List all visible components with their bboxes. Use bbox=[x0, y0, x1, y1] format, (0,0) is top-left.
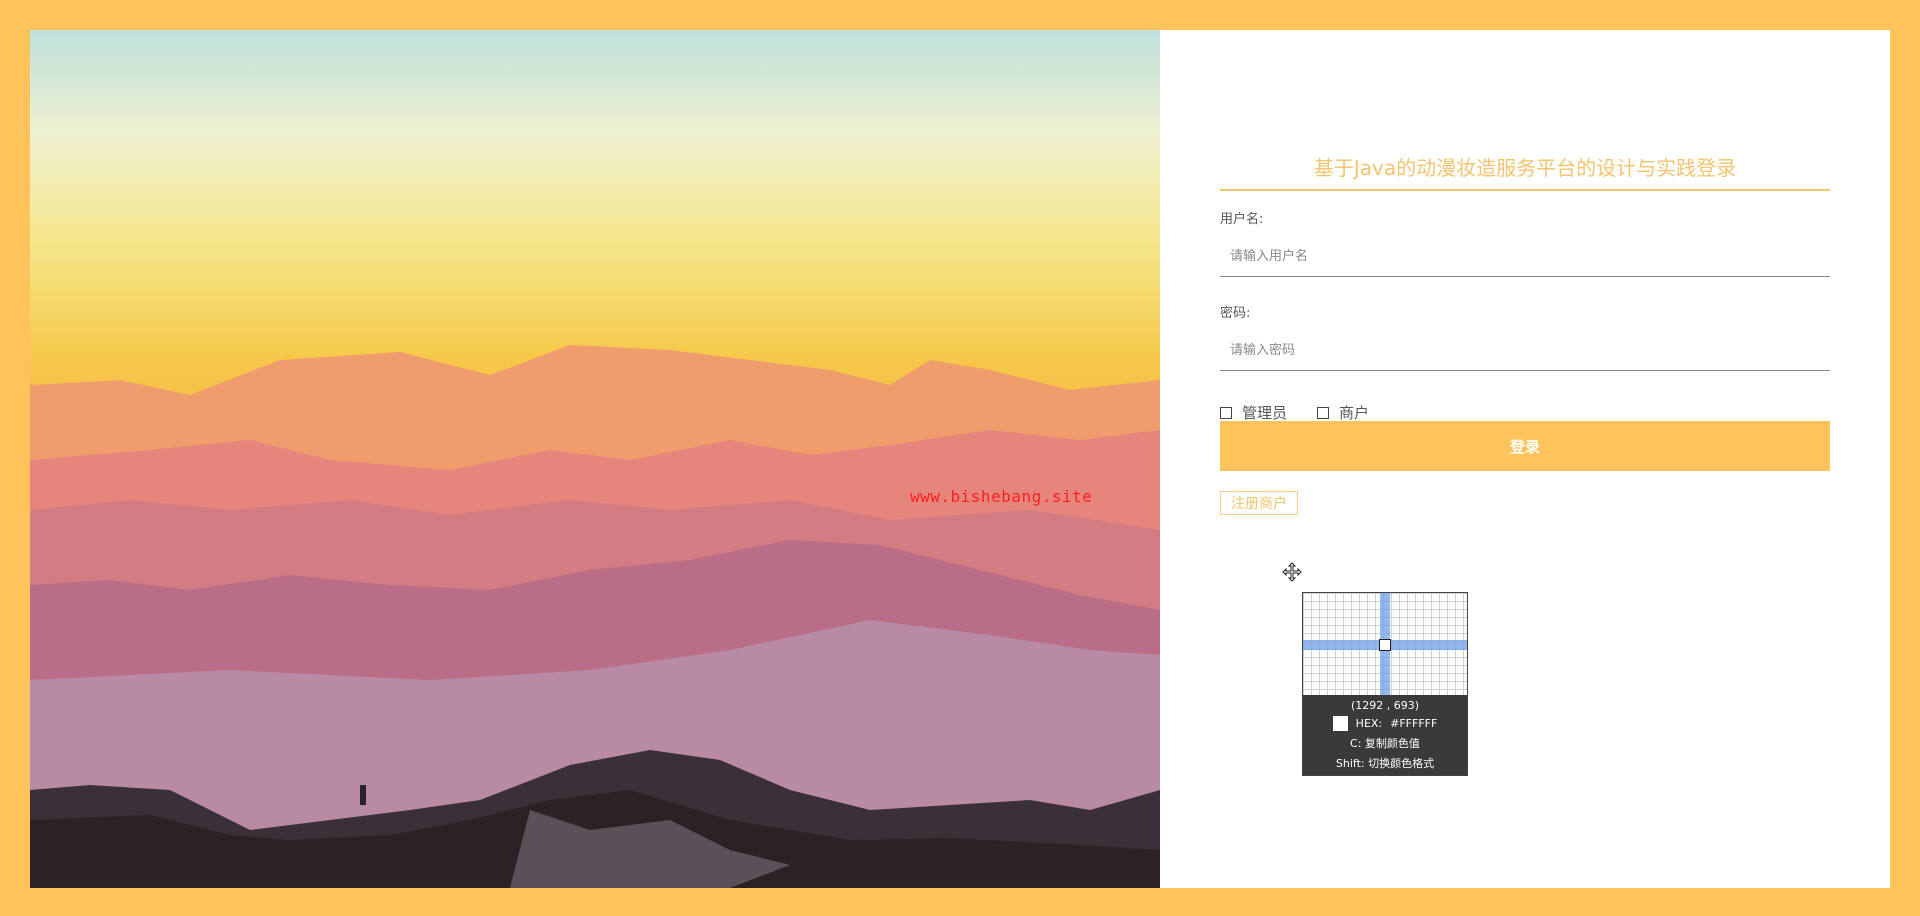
role-merchant-label: 商户 bbox=[1339, 404, 1370, 422]
login-page: www.bishebang.site 基于Java的动漫妆造服务平台的设计与实践… bbox=[30, 30, 1890, 888]
checkbox-icon[interactable] bbox=[1220, 406, 1232, 419]
picker-shift-hint: Shift: 切换颜色格式 bbox=[1335, 757, 1435, 770]
picker-hex-row: HEX: #FFFFFF bbox=[1303, 716, 1467, 731]
password-input[interactable] bbox=[1220, 331, 1830, 371]
checkbox-icon[interactable] bbox=[1317, 406, 1330, 419]
role-admin[interactable]: 管理员 bbox=[1220, 402, 1287, 423]
picker-copy-hint: C: 复制颜色值 bbox=[1350, 737, 1420, 750]
picker-coordinates: (1292 , 693) bbox=[1350, 699, 1420, 712]
picker-hex-label: HEX: bbox=[1355, 717, 1383, 730]
username-label: 用户名: bbox=[1220, 212, 1264, 227]
role-admin-label: 管理员 bbox=[1242, 404, 1288, 422]
role-merchant[interactable]: 商户 bbox=[1317, 402, 1369, 423]
color-swatch bbox=[1332, 716, 1348, 731]
username-input[interactable] bbox=[1220, 237, 1830, 277]
sunset-mountains-illustration bbox=[30, 30, 1160, 888]
picker-hex-value: #FFFFFF bbox=[1390, 717, 1438, 730]
role-selector: 管理员 商户 bbox=[1220, 402, 1399, 423]
color-picker-overlay: (1292 , 693) HEX: #FFFFFF C: 复制颜色值 Shift… bbox=[1302, 592, 1468, 776]
hero-image: www.bishebang.site bbox=[30, 30, 1160, 888]
color-picker-magnifier bbox=[1303, 593, 1467, 695]
login-panel: 基于Java的动漫妆造服务平台的设计与实践登录 用户名: 密码: 管理员 商户 … bbox=[1160, 30, 1890, 888]
register-merchant-button[interactable]: 注册商户 bbox=[1220, 491, 1298, 515]
password-label: 密码: bbox=[1220, 306, 1251, 321]
crosshair-center bbox=[1379, 639, 1391, 651]
page-title: 基于Java的动漫妆造服务平台的设计与实践登录 bbox=[1220, 152, 1830, 191]
move-cursor-icon bbox=[1282, 562, 1302, 582]
color-picker-info: (1292 , 693) HEX: #FFFFFF C: 复制颜色值 Shift… bbox=[1303, 695, 1467, 775]
login-button[interactable]: 登录 bbox=[1220, 421, 1830, 471]
watermark-text: www.bishebang.site bbox=[910, 487, 1093, 506]
